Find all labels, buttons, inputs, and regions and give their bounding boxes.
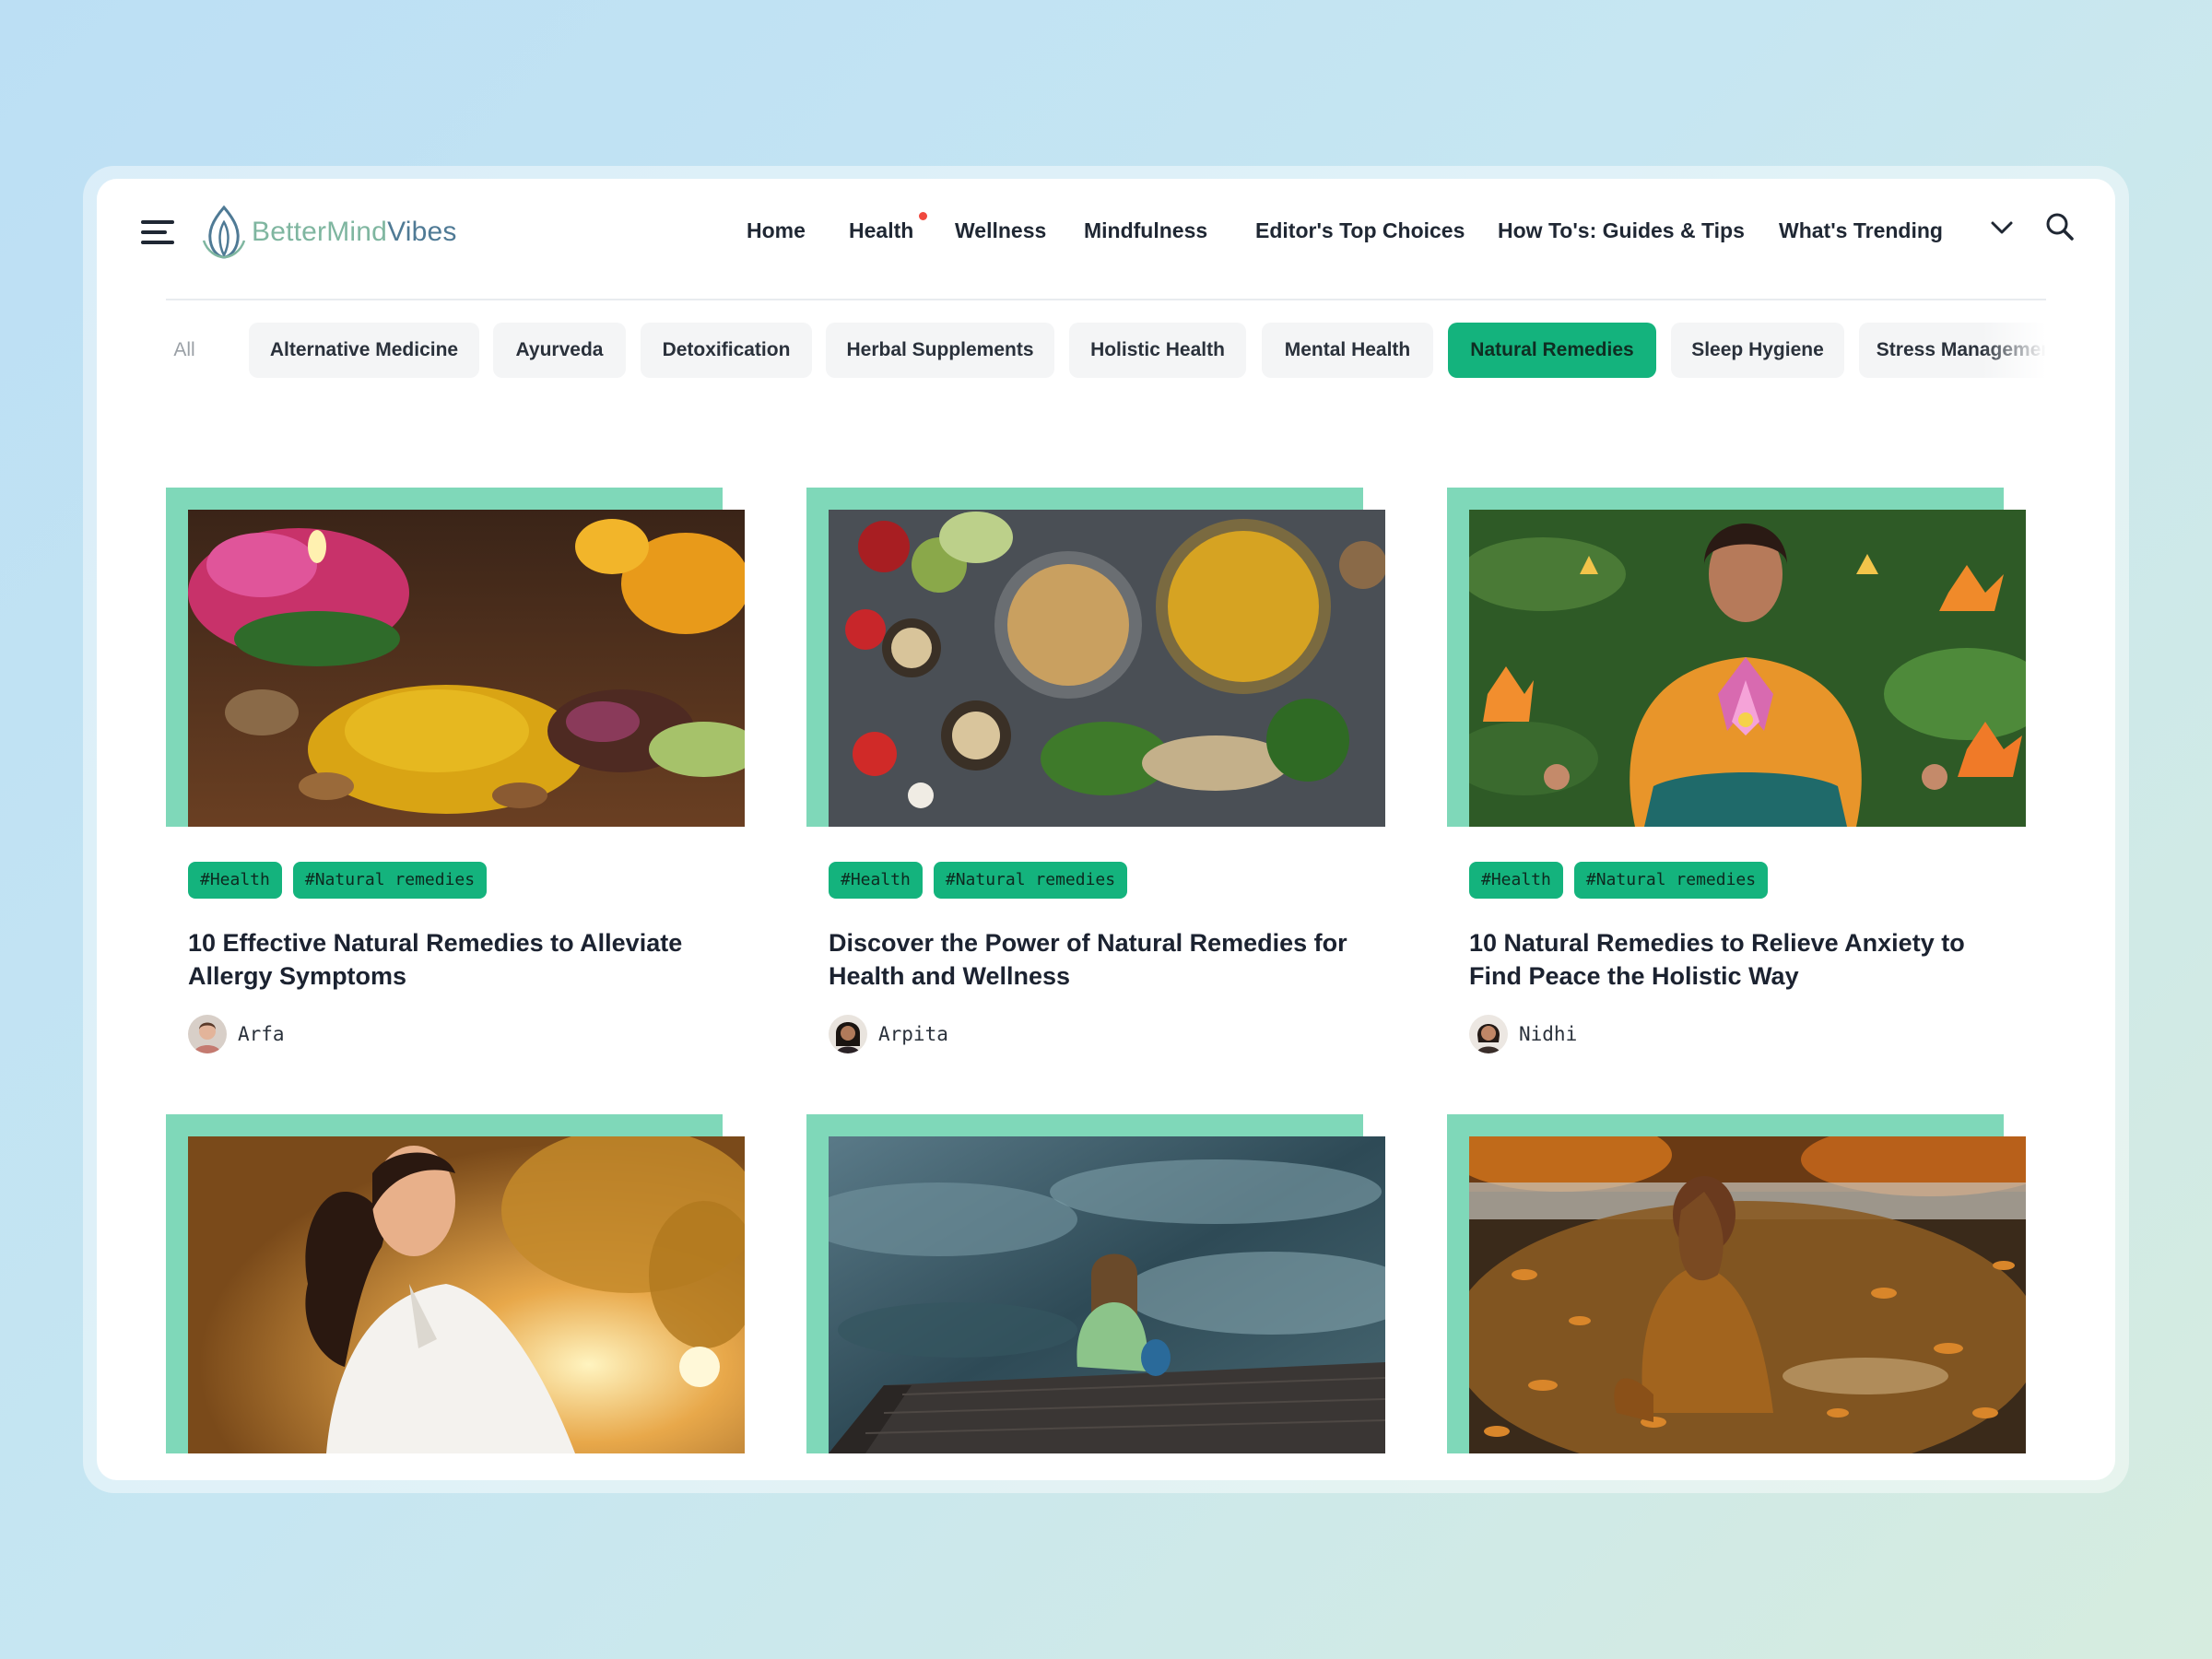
- header-divider: [166, 299, 2046, 300]
- author-info[interactable]: Nidhi: [1469, 1015, 1577, 1053]
- filter-chip-natural-remedies[interactable]: Natural Remedies: [1448, 323, 1656, 378]
- filter-chip-all[interactable]: All: [166, 323, 203, 378]
- tag-list: #Health #Natural remedies: [188, 862, 488, 899]
- article-card[interactable]: [806, 1114, 1387, 1480]
- avatar: [188, 1015, 227, 1053]
- tag-list: #Health #Natural remedies: [829, 862, 1128, 899]
- scroll-fade: [1982, 323, 2046, 378]
- article-image-autumn-lake[interactable]: [1469, 1136, 2026, 1453]
- filter-chip-sleep-hygiene[interactable]: Sleep Hygiene: [1671, 323, 1844, 378]
- nav-mindfulness[interactable]: Mindfulness: [1084, 210, 1207, 251]
- nav-editors-top-choices[interactable]: Editor's Top Choices: [1255, 210, 1465, 251]
- brand-logo[interactable]: BetterMindVibes: [200, 197, 457, 267]
- tag-health[interactable]: #Health: [1469, 862, 1563, 899]
- nav-wellness[interactable]: Wellness: [955, 210, 1046, 251]
- chevron-down-icon[interactable]: [1988, 214, 2016, 241]
- filter-chip-ayurveda[interactable]: Ayurveda: [493, 323, 626, 378]
- top-header: BetterMindVibes Home Health Wellness Min…: [97, 179, 2115, 299]
- author-info[interactable]: Arfa: [188, 1015, 285, 1053]
- author-name: Arpita: [878, 1023, 948, 1045]
- app-window: BetterMindVibes Home Health Wellness Min…: [97, 179, 2115, 1480]
- notification-dot: [919, 212, 927, 220]
- filter-chip-holistic-health[interactable]: Holistic Health: [1069, 323, 1246, 378]
- search-icon[interactable]: [2043, 210, 2077, 243]
- article-image-dock-lake[interactable]: [829, 1136, 1385, 1453]
- tag-natural-remedies[interactable]: #Natural remedies: [1573, 862, 1769, 899]
- tag-health[interactable]: #Health: [829, 862, 923, 899]
- article-card[interactable]: #Health #Natural remedies Discover the P…: [806, 488, 1387, 1077]
- hamburger-menu-icon[interactable]: [141, 214, 178, 251]
- nav-home[interactable]: Home: [747, 210, 806, 251]
- tag-natural-remedies[interactable]: #Natural remedies: [933, 862, 1128, 899]
- avatar: [829, 1015, 867, 1053]
- nav-how-tos[interactable]: How To's: Guides & Tips: [1498, 210, 1745, 251]
- article-card[interactable]: [166, 1114, 747, 1480]
- author-name: Arfa: [238, 1023, 285, 1045]
- article-image-lotus-meditation[interactable]: [1469, 510, 2026, 827]
- nav-whats-trending[interactable]: What's Trending: [1779, 210, 1943, 251]
- article-title[interactable]: 10 Effective Natural Remedies to Allevia…: [188, 926, 741, 993]
- author-name: Nidhi: [1519, 1023, 1578, 1045]
- filter-chip-mental-health[interactable]: Mental Health: [1262, 323, 1433, 378]
- article-image-healthy-foods[interactable]: [829, 510, 1385, 827]
- tag-health[interactable]: #Health: [188, 862, 282, 899]
- brand-name: BetterMindVibes: [252, 217, 457, 247]
- article-card[interactable]: #Health #Natural remedies 10 Effective N…: [166, 488, 747, 1077]
- tag-list: #Health #Natural remedies: [1469, 862, 1769, 899]
- nav-health[interactable]: Health: [849, 210, 913, 251]
- article-card[interactable]: [1447, 1114, 2028, 1480]
- tag-natural-remedies[interactable]: #Natural remedies: [292, 862, 488, 899]
- article-title[interactable]: Discover the Power of Natural Remedies f…: [829, 926, 1382, 993]
- article-image-spices[interactable]: [188, 510, 745, 827]
- article-card[interactable]: #Health #Natural remedies 10 Natural Rem…: [1447, 488, 2028, 1077]
- filter-chip-alternative-medicine[interactable]: Alternative Medicine: [249, 323, 479, 378]
- lotus-drop-logo-icon: [202, 205, 246, 259]
- filter-chip-detoxification[interactable]: Detoxification: [641, 323, 812, 378]
- article-image-woman-sunset[interactable]: [188, 1136, 745, 1453]
- avatar: [1469, 1015, 1508, 1053]
- category-filter-bar: All Alternative Medicine Ayurveda Detoxi…: [166, 323, 2046, 378]
- article-title[interactable]: 10 Natural Remedies to Relieve Anxiety t…: [1469, 926, 2022, 993]
- author-info[interactable]: Arpita: [829, 1015, 948, 1053]
- filter-chip-herbal-supplements[interactable]: Herbal Supplements: [826, 323, 1054, 378]
